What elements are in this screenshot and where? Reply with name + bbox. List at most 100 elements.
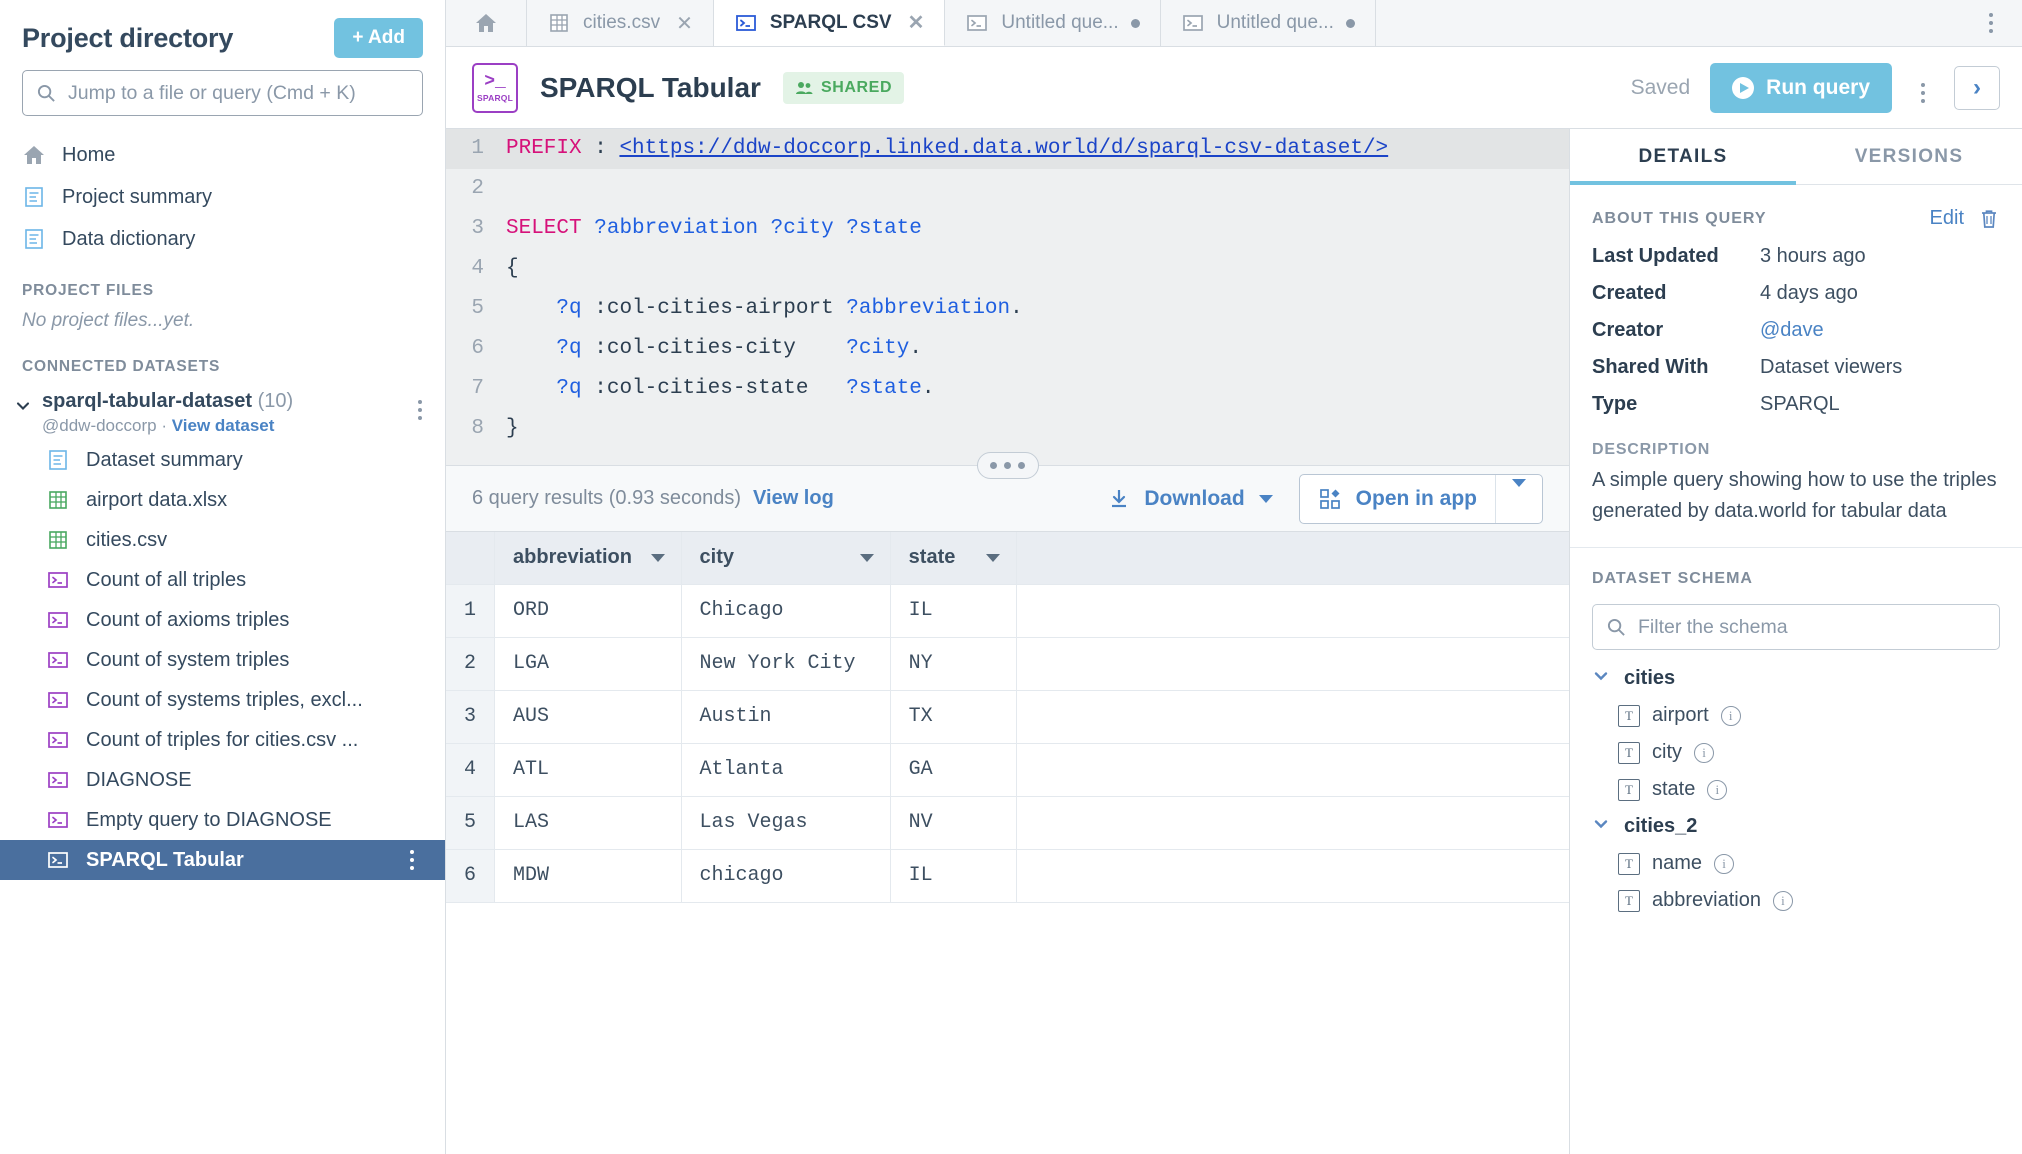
code-line[interactable]: 2 bbox=[446, 169, 1569, 209]
open-in-app-dropdown[interactable] bbox=[1495, 474, 1542, 523]
list-item-count-of-system-triples[interactable]: Count of system triples bbox=[0, 640, 445, 680]
list-item-cities-csv[interactable]: cities.csv bbox=[0, 520, 445, 560]
row-number: 1 bbox=[446, 584, 496, 638]
chevron-down-icon bbox=[1512, 478, 1526, 510]
code-line[interactable]: 4 { bbox=[446, 249, 1569, 289]
chevron-down-icon[interactable] bbox=[1592, 667, 1610, 690]
column-header-city[interactable]: city bbox=[681, 532, 891, 585]
code-line[interactable]: 3 SELECT ?abbreviation ?city ?state bbox=[446, 209, 1569, 249]
cell-filler bbox=[1016, 796, 1569, 850]
row-number-header bbox=[446, 532, 496, 585]
document-icon bbox=[25, 187, 43, 207]
resize-handle[interactable] bbox=[976, 452, 1039, 479]
collapse-panel-button[interactable]: › bbox=[1954, 65, 2000, 110]
chevron-down-icon[interactable] bbox=[14, 397, 32, 420]
schema-table-cities[interactable]: cities bbox=[1570, 660, 2022, 697]
close-icon[interactable]: ✕ bbox=[676, 11, 693, 36]
editor-results-divider bbox=[446, 452, 1569, 479]
home-icon bbox=[24, 146, 44, 164]
list-item-diagnose[interactable]: DIAGNOSE bbox=[0, 760, 445, 800]
list-item-empty-query-to-diagnose[interactable]: Empty query to DIAGNOSE bbox=[0, 800, 445, 840]
sparql-code-editor[interactable]: 1 PREFIX : <https://ddw-doccorp.linked.d… bbox=[446, 129, 1569, 465]
view-dataset-link[interactable]: View dataset bbox=[172, 416, 275, 435]
info-icon[interactable]: i bbox=[1707, 779, 1728, 800]
schema-column-city[interactable]: T city i bbox=[1570, 734, 2022, 771]
schema-column-state[interactable]: T state i bbox=[1570, 771, 2022, 808]
chevron-down-icon[interactable] bbox=[985, 553, 1000, 562]
list-item-label: Count of triples for cities.csv ... bbox=[86, 728, 359, 751]
tab-cities-csv[interactable]: cities.csv ✕ bbox=[527, 0, 714, 46]
list-item-airport-data-xlsx[interactable]: airport data.xlsx bbox=[0, 480, 445, 520]
add-button[interactable]: + Add bbox=[334, 18, 423, 58]
kebab-menu-icon[interactable] bbox=[1980, 13, 2002, 33]
view-log-link[interactable]: View log bbox=[753, 487, 834, 510]
close-icon[interactable]: ✕ bbox=[908, 10, 925, 35]
code-line[interactable]: 5 ?q :col-cities-airport ?abbreviation. bbox=[446, 289, 1569, 329]
query-more-options-icon[interactable] bbox=[1912, 73, 1934, 103]
table-row[interactable]: 5 LAS Las Vegas NV bbox=[446, 796, 1569, 850]
chevron-down-icon[interactable] bbox=[650, 553, 665, 562]
schema-column-airport[interactable]: T airport i bbox=[1570, 697, 2022, 734]
table-row[interactable]: 4 ATL Atlanta GA bbox=[446, 743, 1569, 797]
tab-versions[interactable]: VERSIONS bbox=[1796, 129, 2022, 184]
info-icon[interactable]: i bbox=[1720, 705, 1741, 726]
schema-column-label: name bbox=[1652, 852, 1703, 874]
info-icon[interactable]: i bbox=[1772, 890, 1793, 911]
table-row[interactable]: 6 MDW chicago IL bbox=[446, 849, 1569, 903]
schema-column-label: abbreviation bbox=[1652, 889, 1761, 911]
code-line[interactable]: 8 } bbox=[446, 409, 1569, 449]
schema-filter-input[interactable]: Filter the schema bbox=[1592, 604, 2000, 650]
column-header-abbreviation[interactable]: abbreviation bbox=[494, 532, 682, 585]
query-icon bbox=[48, 692, 68, 708]
chevron-down-icon[interactable] bbox=[859, 553, 874, 562]
list-item-count-of-triples-for-cities-csv[interactable]: Count of triples for cities.csv ... bbox=[0, 720, 445, 760]
list-item-dataset-summary[interactable]: Dataset summary bbox=[0, 440, 445, 480]
code-line[interactable]: 6 ?q :col-cities-city ?city. bbox=[446, 329, 1569, 369]
open-in-app-button[interactable]: Open in app bbox=[1298, 473, 1543, 524]
tab-bar-more-options-button[interactable] bbox=[1960, 0, 2022, 46]
schema-column-abbreviation[interactable]: T abbreviation i bbox=[1570, 882, 2022, 919]
schema-table-cities-2[interactable]: cities_2 bbox=[1570, 808, 2022, 845]
sidebar-item-project-summary[interactable]: Project summary bbox=[0, 176, 445, 218]
sidebar-item-home[interactable]: Home bbox=[0, 134, 445, 176]
cell-city: Austin bbox=[681, 690, 891, 744]
search-placeholder: Jump to a file or query (Cmd + K) bbox=[68, 81, 356, 104]
sparql-badge-label: SPARQL bbox=[477, 92, 513, 103]
list-item-count-of-systems-triples-excl[interactable]: Count of systems triples, excl... bbox=[0, 680, 445, 720]
schema-column-name[interactable]: T name i bbox=[1570, 845, 2022, 882]
open-in-app-main[interactable]: Open in app bbox=[1300, 475, 1495, 523]
column-header-state[interactable]: state bbox=[890, 532, 1017, 585]
list-item-sparql-tabular[interactable]: SPARQL Tabular bbox=[0, 840, 445, 880]
edit-button[interactable]: Edit bbox=[1930, 207, 1964, 230]
chevron-down-icon[interactable] bbox=[1258, 494, 1273, 503]
code-line[interactable]: 1 PREFIX : <https://ddw-doccorp.linked.d… bbox=[446, 129, 1569, 169]
creator-link[interactable]: @dave bbox=[1760, 319, 1824, 342]
table-row[interactable]: 3 AUS Austin TX bbox=[446, 690, 1569, 744]
info-icon[interactable]: i bbox=[1694, 742, 1714, 763]
sidebar-item-data-dictionary[interactable]: Data dictionary bbox=[0, 218, 445, 260]
info-icon[interactable]: i bbox=[1714, 853, 1735, 874]
dataset-more-options-icon[interactable] bbox=[409, 390, 431, 420]
trash-icon[interactable] bbox=[1978, 208, 2000, 230]
list-item-count-of-axioms-triples[interactable]: Count of axioms triples bbox=[0, 600, 445, 640]
results-table-container[interactable]: abbreviation city state 1 ORD Chicago IL… bbox=[446, 532, 1569, 1154]
chevron-down-icon[interactable] bbox=[1592, 815, 1610, 838]
run-query-button[interactable]: Run query bbox=[1710, 62, 1892, 113]
list-item-count-of-all-triples[interactable]: Count of all triples bbox=[0, 560, 445, 600]
table-row[interactable]: 2 LGA New York City NY bbox=[446, 637, 1569, 691]
tab-untitled-query-1[interactable]: Untitled que... bbox=[945, 0, 1161, 46]
table-row[interactable]: 1 ORD Chicago IL bbox=[446, 584, 1569, 638]
dataset-file-list: Dataset summary airport data.xlsx cities… bbox=[0, 440, 445, 880]
download-label: Download bbox=[1144, 486, 1245, 510]
code-line[interactable]: 7 ?q :col-cities-state ?state. bbox=[446, 369, 1569, 409]
tab-sparql-csv[interactable]: SPARQL CSV ✕ bbox=[713, 0, 946, 46]
meta-value: 3 hours ago bbox=[1760, 245, 1866, 267]
tab-home[interactable] bbox=[446, 0, 527, 46]
connected-dataset-row[interactable]: sparql-tabular-dataset (10) @ddw-doccorp… bbox=[0, 384, 445, 440]
list-item-more-options-icon[interactable] bbox=[401, 850, 423, 870]
download-button[interactable]: Download bbox=[1108, 486, 1273, 511]
search-input[interactable]: Jump to a file or query (Cmd + K) bbox=[22, 70, 423, 116]
dataset-info: sparql-tabular-dataset (10) @ddw-doccorp… bbox=[42, 390, 399, 436]
tab-details[interactable]: DETAILS bbox=[1570, 129, 1796, 185]
tab-untitled-query-2[interactable]: Untitled que... bbox=[1160, 0, 1376, 46]
